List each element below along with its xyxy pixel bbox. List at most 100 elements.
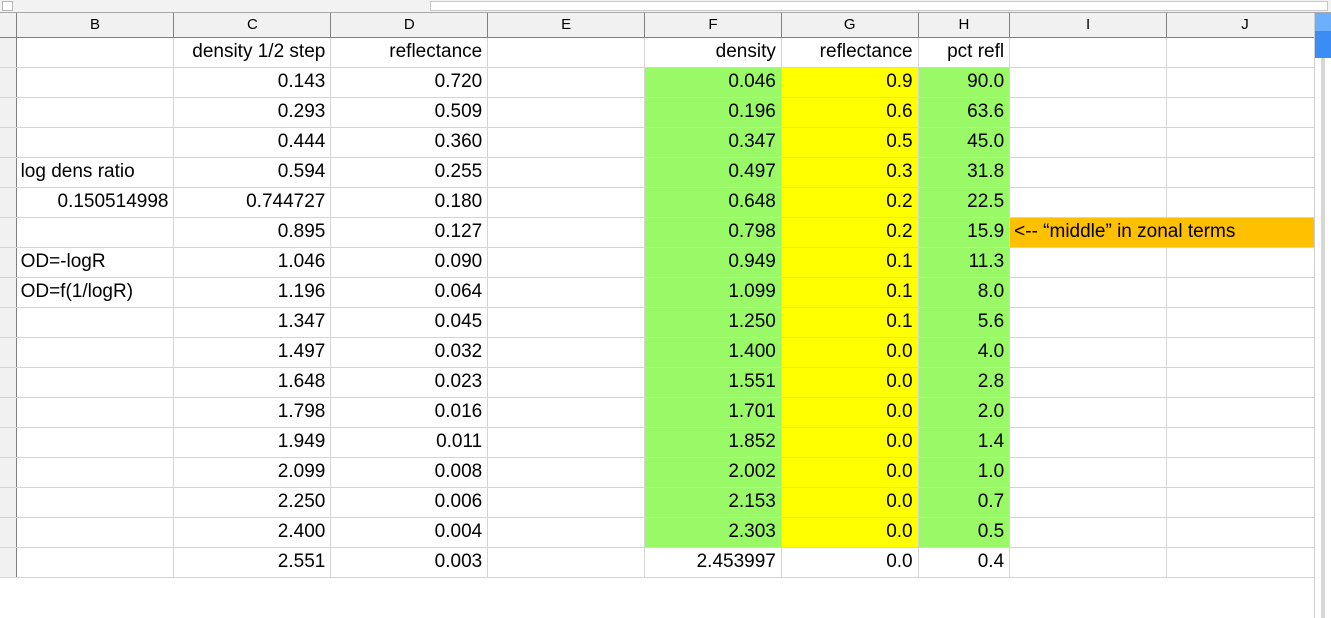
cell-C7[interactable]: 0.895 [173, 217, 332, 248]
cell-I5[interactable] [1009, 157, 1168, 188]
cell-C17[interactable]: 2.400 [173, 517, 332, 548]
cell-D4[interactable]: 0.360 [330, 127, 489, 158]
cell-E15[interactable] [487, 457, 646, 488]
cell-J5[interactable] [1166, 157, 1324, 188]
row-header[interactable] [0, 157, 17, 188]
cell-I18[interactable] [1009, 547, 1168, 578]
cell-C6[interactable]: 0.744727 [173, 187, 332, 218]
column-header-H[interactable]: H [918, 13, 1011, 38]
cell-F12[interactable]: 1.551 [644, 367, 782, 398]
cell-J15[interactable] [1166, 457, 1324, 488]
cell-J4[interactable] [1166, 127, 1324, 158]
cell-F9[interactable]: 1.099 [644, 277, 782, 308]
cell-J10[interactable] [1166, 307, 1324, 338]
cell-G5[interactable]: 0.3 [781, 157, 919, 188]
cell-F2[interactable]: 0.046 [644, 67, 782, 98]
cell-C12[interactable]: 1.648 [173, 367, 332, 398]
cell-G12[interactable]: 0.0 [781, 367, 919, 398]
cell-G18[interactable]: 0.0 [781, 547, 919, 578]
cell-G13[interactable]: 0.0 [781, 397, 919, 428]
cell-E13[interactable] [487, 397, 646, 428]
cell-E9[interactable] [487, 277, 646, 308]
cell-D3[interactable]: 0.509 [330, 97, 489, 128]
cell-E17[interactable] [487, 517, 646, 548]
cell-G7[interactable]: 0.2 [781, 217, 919, 248]
cell-E1[interactable] [487, 37, 646, 68]
cell-B8[interactable]: OD=-logR [16, 247, 175, 278]
cell-G3[interactable]: 0.6 [781, 97, 919, 128]
cell-H3[interactable]: 63.6 [918, 97, 1011, 128]
cell-D18[interactable]: 0.003 [330, 547, 489, 578]
cell-B18[interactable] [16, 547, 175, 578]
cell-H13[interactable]: 2.0 [918, 397, 1011, 428]
cell-H18[interactable]: 0.4 [918, 547, 1011, 578]
cell-I11[interactable] [1009, 337, 1168, 368]
cell-B13[interactable] [16, 397, 175, 428]
cell-B7[interactable] [16, 217, 175, 248]
column-header-F[interactable]: F [644, 13, 782, 38]
cell-I1[interactable] [1009, 37, 1168, 68]
cell-I3[interactable] [1009, 97, 1168, 128]
cell-D13[interactable]: 0.016 [330, 397, 489, 428]
cell-E7[interactable] [487, 217, 646, 248]
cell-C11[interactable]: 1.497 [173, 337, 332, 368]
row-header[interactable] [0, 487, 17, 518]
cell-B2[interactable] [16, 67, 175, 98]
cell-D11[interactable]: 0.032 [330, 337, 489, 368]
cell-H8[interactable]: 11.3 [918, 247, 1011, 278]
cell-H4[interactable]: 45.0 [918, 127, 1011, 158]
cell-E6[interactable] [487, 187, 646, 218]
cell-F18[interactable]: 2.453997 [644, 547, 782, 578]
cell-F13[interactable]: 1.701 [644, 397, 782, 428]
cell-C15[interactable]: 2.099 [173, 457, 332, 488]
cell-I16[interactable] [1009, 487, 1168, 518]
row-header[interactable] [0, 307, 17, 338]
cell-B15[interactable] [16, 457, 175, 488]
cell-G15[interactable]: 0.0 [781, 457, 919, 488]
row-header[interactable] [0, 97, 17, 128]
cell-B1[interactable] [16, 37, 175, 68]
cell-B14[interactable] [16, 427, 175, 458]
sheet-grid-viewport[interactable]: B C D E F G H I J density 1/2 step reflec… [0, 13, 1331, 618]
cell-I12[interactable] [1009, 367, 1168, 398]
cell-C4[interactable]: 0.444 [173, 127, 332, 158]
cell-E10[interactable] [487, 307, 646, 338]
cell-E16[interactable] [487, 487, 646, 518]
cell-B16[interactable] [16, 487, 175, 518]
cell-G4[interactable]: 0.5 [781, 127, 919, 158]
cell-E2[interactable] [487, 67, 646, 98]
cell-D8[interactable]: 0.090 [330, 247, 489, 278]
row-header[interactable] [0, 67, 17, 98]
row-header[interactable] [0, 247, 17, 278]
cell-B12[interactable] [16, 367, 175, 398]
cell-C16[interactable]: 2.250 [173, 487, 332, 518]
cell-H5[interactable]: 31.8 [918, 157, 1011, 188]
cell-I8[interactable] [1009, 247, 1168, 278]
cell-F14[interactable]: 1.852 [644, 427, 782, 458]
cell-D1[interactable]: reflectance [330, 37, 489, 68]
cell-C2[interactable]: 0.143 [173, 67, 332, 98]
cell-H14[interactable]: 1.4 [918, 427, 1011, 458]
cell-G16[interactable]: 0.0 [781, 487, 919, 518]
cell-G6[interactable]: 0.2 [781, 187, 919, 218]
cell-I17[interactable] [1009, 517, 1168, 548]
cell-F4[interactable]: 0.347 [644, 127, 782, 158]
cell-B6[interactable]: 0.150514998 [16, 187, 175, 218]
cell-I14[interactable] [1009, 427, 1168, 458]
column-header-D[interactable]: D [330, 13, 489, 38]
cell-C3[interactable]: 0.293 [173, 97, 332, 128]
row-header[interactable] [0, 337, 17, 368]
cell-J6[interactable] [1166, 187, 1324, 218]
cell-G11[interactable]: 0.0 [781, 337, 919, 368]
cell-D6[interactable]: 0.180 [330, 187, 489, 218]
cell-C9[interactable]: 1.196 [173, 277, 332, 308]
cell-J2[interactable] [1166, 67, 1324, 98]
cell-H9[interactable]: 8.0 [918, 277, 1011, 308]
column-header-E[interactable]: E [487, 13, 646, 38]
cell-D10[interactable]: 0.045 [330, 307, 489, 338]
cell-I9[interactable] [1009, 277, 1168, 308]
cell-J12[interactable] [1166, 367, 1324, 398]
cell-E3[interactable] [487, 97, 646, 128]
row-header[interactable] [0, 277, 17, 308]
cell-F17[interactable]: 2.303 [644, 517, 782, 548]
